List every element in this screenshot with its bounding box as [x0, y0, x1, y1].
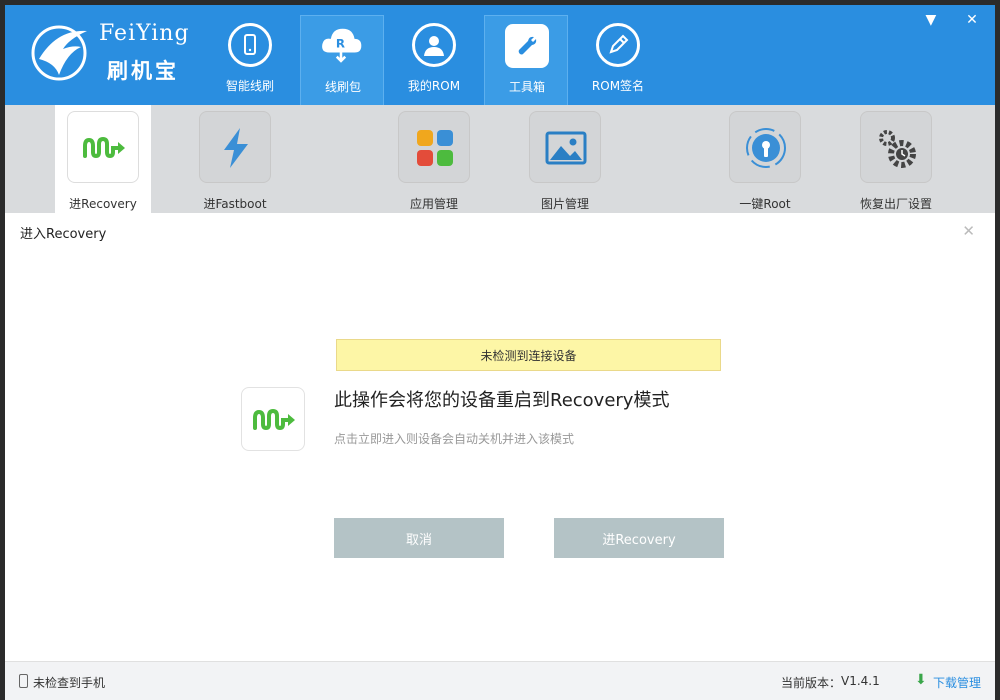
tool-image-manager[interactable]: 图片管理	[517, 105, 613, 213]
top-header: FeiYing 刷机宝 智能线刷 R 线刷包 我的ROM 工具箱 ROM签名 ▼…	[5, 5, 995, 105]
download-manager-link[interactable]: 下载管理	[933, 674, 981, 691]
recovery-arrow-icon	[67, 111, 139, 183]
lightning-icon	[199, 111, 271, 183]
bird-logo-icon	[31, 25, 87, 81]
svg-text:R: R	[336, 36, 345, 50]
apps-grid-icon	[398, 111, 470, 183]
recovery-panel: 进入Recovery ✕ 未检测到连接设备 此操作会将您的设备重启到Recove…	[5, 213, 995, 661]
tool-label: 进Recovery	[69, 197, 137, 211]
tool-label: 图片管理	[540, 197, 589, 211]
nav-label: 智能线刷	[225, 79, 274, 93]
operation-description: 点击立即进入则设备会自动关机并进入该模式	[334, 432, 575, 446]
device-status-text: 未检查到手机	[33, 676, 106, 690]
app-window: FeiYing 刷机宝 智能线刷 R 线刷包 我的ROM 工具箱 ROM签名 ▼…	[5, 5, 995, 700]
nav-my-rom[interactable]: 我的ROM	[392, 15, 476, 105]
download-icon: ⬇	[915, 672, 927, 688]
cloud-download-icon: R	[321, 24, 365, 68]
cancel-button[interactable]: 取消	[334, 518, 504, 558]
app-logo: FeiYing 刷机宝	[29, 19, 209, 91]
toolbox-bar: 进Recovery 进Fastboot 应用管理 图片管理 一键Root 恢复出…	[5, 105, 995, 213]
user-icon	[412, 23, 456, 67]
phone-icon	[19, 674, 28, 688]
version-label: 当前版本：	[781, 676, 842, 690]
image-icon	[529, 111, 601, 183]
operation-heading: 此操作会将您的设备重启到Recovery模式	[334, 390, 670, 411]
enter-recovery-button[interactable]: 进Recovery	[554, 518, 724, 558]
window-close-icon[interactable]: ✕	[961, 10, 983, 30]
nav-label: 工具箱	[508, 80, 545, 94]
nav-label: 线刷包	[324, 80, 361, 94]
nav-smart-flash[interactable]: 智能线刷	[208, 15, 292, 105]
nav-toolbox[interactable]: 工具箱	[484, 15, 568, 105]
tool-fastboot[interactable]: 进Fastboot	[187, 105, 283, 213]
nav-flash-package[interactable]: R 线刷包	[300, 15, 384, 105]
logo-text-cn: 刷机宝	[107, 59, 179, 83]
gears-icon	[860, 111, 932, 183]
tool-app-manager[interactable]: 应用管理	[386, 105, 482, 213]
status-bar: 未检查到手机 当前版本： V1.4.1 ⬇ 下载管理	[5, 661, 995, 700]
nav-label: 我的ROM	[407, 79, 461, 93]
nav-rom-sign[interactable]: ROM签名	[576, 15, 660, 105]
window-controls: ▼ ✕	[906, 9, 983, 30]
wrench-icon	[505, 24, 549, 68]
phone-refresh-icon	[228, 23, 272, 67]
pen-icon	[596, 23, 640, 67]
tool-label: 一键Root	[739, 197, 791, 211]
tool-label: 恢复出厂设置	[859, 197, 932, 211]
recovery-arrow-icon	[241, 387, 305, 451]
logo-text-en: FeiYing	[99, 21, 190, 46]
nav-label: ROM签名	[591, 79, 645, 93]
device-notice-banner: 未检测到连接设备	[336, 339, 721, 371]
panel-close-icon[interactable]: ✕	[962, 222, 975, 240]
tool-factory-reset[interactable]: 恢复出厂设置	[848, 105, 944, 213]
tool-label: 进Fastboot	[203, 197, 267, 211]
tool-one-click-root[interactable]: 一键Root	[717, 105, 813, 213]
menu-dropdown-icon[interactable]: ▼	[920, 10, 942, 30]
version-value: V1.4.1	[841, 674, 880, 688]
root-lock-icon	[729, 111, 801, 183]
panel-title: 进入Recovery	[20, 227, 107, 242]
tool-recovery[interactable]: 进Recovery	[55, 105, 151, 213]
tool-label: 应用管理	[409, 197, 458, 211]
